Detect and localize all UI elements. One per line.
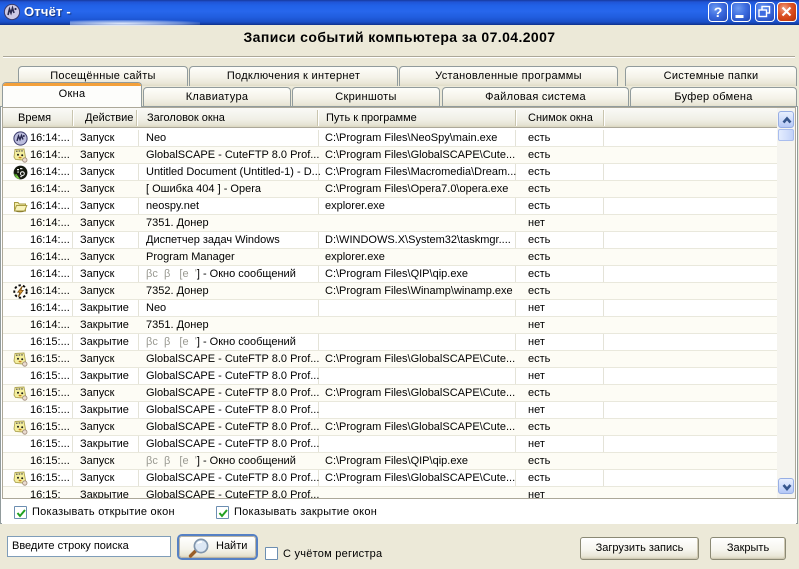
svg-text:?: ?	[714, 4, 723, 20]
